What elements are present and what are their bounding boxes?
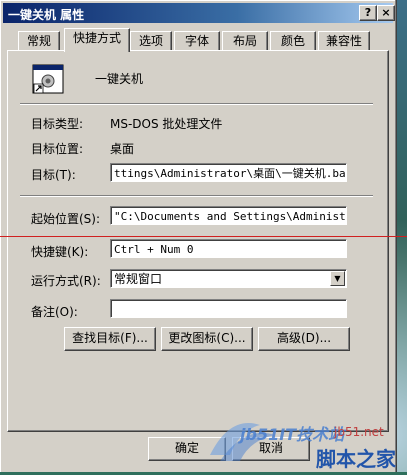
target-label: 目标(T): — [31, 168, 76, 182]
ms-dos-shortcut-icon — [32, 64, 64, 94]
tab-general[interactable]: 常规 — [18, 31, 60, 51]
tab-options[interactable]: 选项 — [130, 31, 172, 51]
separator — [20, 103, 373, 105]
advanced-button[interactable]: 高级(D)... — [258, 327, 350, 351]
run-select-value: 常规窗口 — [114, 272, 163, 286]
tab-compatibility[interactable]: 兼容性 — [318, 31, 370, 51]
target-field[interactable]: ttings\Administrator\桌面\一键关机.bat" — [110, 163, 347, 182]
change-icon-button[interactable]: 更改图标(C)... — [161, 327, 253, 351]
separator — [20, 195, 373, 197]
hotkey-label: 快捷键(K): — [31, 245, 89, 259]
tab-font[interactable]: 字体 — [174, 31, 220, 51]
comment-label: 备注(O): — [31, 305, 78, 319]
window-title: 一键关机 属性 — [8, 8, 85, 22]
target-location-label: 目标位置: — [31, 142, 84, 156]
tab-layout[interactable]: 布局 — [222, 31, 268, 51]
target-type-value: MS-DOS 批处理文件 — [110, 117, 223, 131]
close-button[interactable]: × — [377, 5, 395, 21]
run-select[interactable]: 常规窗口 ▼ — [110, 269, 347, 288]
target-location-value: 桌面 — [110, 142, 135, 156]
shortcut-name: 一键关机 — [95, 72, 144, 86]
watermark: jb51IT技术站 jb51.net 脚本之家 — [200, 395, 407, 472]
start-in-label: 起始位置(S): — [31, 212, 101, 226]
title-bar[interactable]: 一键关机 属性 ? × — [3, 3, 395, 23]
annotation-line — [0, 236, 407, 237]
start-in-field[interactable]: "C:\Documents and Settings\Administrato — [110, 206, 347, 225]
chevron-down-icon[interactable]: ▼ — [330, 271, 345, 286]
target-type-label: 目标类型: — [31, 117, 84, 131]
tab-colors[interactable]: 颜色 — [270, 31, 316, 51]
watermark-text: jb51IT技术站 — [240, 425, 345, 444]
find-target-button[interactable]: 查找目标(F)... — [64, 327, 156, 351]
run-label: 运行方式(R): — [31, 274, 101, 288]
watermark-brand: 脚本之家 — [316, 447, 396, 471]
tab-shortcut[interactable]: 快捷方式 — [64, 28, 130, 52]
help-button[interactable]: ? — [359, 5, 377, 21]
hotkey-field[interactable]: Ctrl + Num 0 — [110, 239, 347, 258]
watermark-url: jb51.net — [334, 425, 384, 439]
comment-field[interactable] — [110, 299, 347, 318]
